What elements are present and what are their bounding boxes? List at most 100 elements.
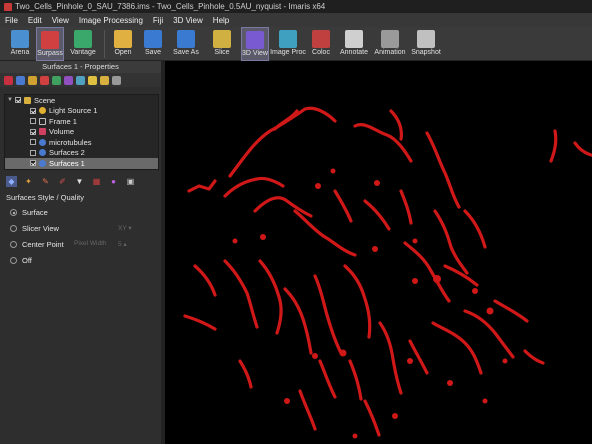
surface-strand xyxy=(549,129,558,163)
surface-blob xyxy=(312,353,318,359)
add-folder-icon[interactable] xyxy=(100,75,109,85)
radio-button[interactable] xyxy=(10,225,17,232)
folder-open-icon xyxy=(114,30,132,48)
add-filaments-icon[interactable] xyxy=(52,75,61,85)
tree-item-surfaces-1[interactable]: Surfaces 1 xyxy=(5,158,158,169)
slice-button[interactable]: Slice xyxy=(205,27,239,61)
color-palette-icon: ● xyxy=(111,177,116,186)
slicer-plane-select[interactable]: XY ▾ xyxy=(118,224,132,232)
panel-title: Surfaces 1 - Properties xyxy=(0,61,161,73)
surface-blob xyxy=(472,288,478,294)
surface-strand xyxy=(403,241,451,303)
surfaces-1-visibility-checkbox[interactable] xyxy=(30,160,36,167)
menu-fiji[interactable]: Fiji xyxy=(148,16,168,25)
surface-strand xyxy=(258,259,283,335)
surface-strand xyxy=(228,106,337,178)
radio-button[interactable] xyxy=(10,257,17,264)
statistics-tab[interactable]: ▦ xyxy=(91,176,102,187)
volume-icon xyxy=(39,128,46,136)
image-proc-button[interactable]: Image Proc xyxy=(270,27,306,61)
surface-strand xyxy=(343,264,372,339)
expand-arrow-icon[interactable]: ▼ xyxy=(7,97,13,103)
settings-tab[interactable]: ◆ xyxy=(6,176,17,187)
menu-edit[interactable]: Edit xyxy=(23,16,47,25)
tree-item-frame[interactable]: Frame 1 xyxy=(5,116,158,127)
menu-image-processing[interactable]: Image Processing xyxy=(74,16,148,25)
tree-item-microtubules[interactable]: microtubules xyxy=(5,137,158,148)
tree-item-label: Frame 1 xyxy=(49,116,77,126)
scene-visibility-checkbox[interactable] xyxy=(14,97,21,104)
vantage-button[interactable]: Vantage xyxy=(66,27,100,61)
menu-file[interactable]: File xyxy=(0,16,23,25)
surface-strand xyxy=(493,299,529,323)
menu-view[interactable]: View xyxy=(47,16,74,25)
surface-blob xyxy=(482,398,488,404)
surface-strand xyxy=(253,196,313,218)
option-label: Off xyxy=(22,256,32,265)
surface-blob xyxy=(352,433,358,439)
surface-strand xyxy=(431,321,483,375)
3d-view-button[interactable]: 3D View xyxy=(241,27,269,61)
option-center-point[interactable]: Center Point xyxy=(10,240,64,249)
surface-strand xyxy=(187,179,217,193)
light-source-visibility-checkbox[interactable] xyxy=(30,107,36,114)
surface-blob xyxy=(486,307,494,315)
option-label: Center Point xyxy=(22,240,64,249)
surface-strand xyxy=(389,109,403,141)
microtubules-visibility-checkbox[interactable] xyxy=(30,139,36,146)
arena-button[interactable]: Arena xyxy=(6,27,34,61)
filter-tab[interactable]: ▼ xyxy=(74,176,85,187)
option-off[interactable]: Off xyxy=(10,256,32,265)
animation-button[interactable]: Animation xyxy=(373,27,407,61)
3d-viewport[interactable] xyxy=(165,61,592,444)
save-button[interactable]: Save xyxy=(139,27,167,61)
surfaces-2-visibility-checkbox[interactable] xyxy=(30,149,36,156)
surface-blob xyxy=(330,168,336,174)
delete-icon[interactable] xyxy=(112,75,121,85)
annotate-button[interactable]: Annotate xyxy=(337,27,371,61)
surface-strand xyxy=(223,259,259,329)
surface-blob xyxy=(284,398,290,404)
add-clipping-plane-icon[interactable] xyxy=(64,75,73,85)
tree-item-label: Volume xyxy=(49,127,75,137)
add-measurement-icon[interactable] xyxy=(76,75,85,85)
surface-strand xyxy=(443,264,479,287)
surface-blob xyxy=(260,234,266,240)
add-light-icon[interactable] xyxy=(88,75,97,85)
menu-help[interactable]: Help xyxy=(208,16,234,25)
volume-visibility-checkbox[interactable] xyxy=(30,128,36,135)
paint-tab[interactable]: ✐ xyxy=(57,176,68,187)
tree-item-volume[interactable]: Volume xyxy=(5,127,158,138)
coloc-button[interactable]: Coloc xyxy=(307,27,335,61)
add-cells-icon[interactable] xyxy=(40,75,49,85)
radio-button[interactable] xyxy=(10,241,17,248)
tools-tab[interactable]: ▣ xyxy=(125,176,136,187)
open-button[interactable]: Open xyxy=(109,27,137,61)
tree-item-surfaces-2[interactable]: Surfaces 2 xyxy=(5,148,158,159)
add-surfaces-icon[interactable] xyxy=(16,75,25,85)
light-source-icon xyxy=(39,107,46,115)
creation-tab[interactable]: ✦ xyxy=(23,176,34,187)
snapshot-button[interactable]: Snapshot xyxy=(409,27,443,61)
add-volume-icon[interactable] xyxy=(4,75,13,85)
surface-strand xyxy=(399,189,413,225)
option-slicer-view[interactable]: Slicer View xyxy=(10,224,59,233)
surface-strand xyxy=(223,176,285,198)
frame-visibility-checkbox[interactable] xyxy=(30,118,36,125)
color-tab[interactable]: ● xyxy=(108,176,119,187)
surface-blob xyxy=(412,238,418,244)
radio-button[interactable] xyxy=(10,209,17,216)
add-spots-icon[interactable] xyxy=(28,75,37,85)
tree-item-scene[interactable]: ▼ Scene xyxy=(5,95,158,106)
surface-strand xyxy=(333,189,353,223)
pixel-width-stepper[interactable]: 5 ▴ xyxy=(118,240,127,248)
edit-tab[interactable]: ✎ xyxy=(40,176,51,187)
toolbar-separator xyxy=(104,30,105,58)
tree-item-light-source[interactable]: Light Source 1 xyxy=(5,106,158,117)
surface-strand xyxy=(425,131,461,209)
menu-3d-view[interactable]: 3D View xyxy=(168,16,208,25)
surpass-button[interactable]: Surpass xyxy=(36,27,64,61)
option-surface[interactable]: Surface xyxy=(10,208,48,217)
scene-tree: ▼ Scene Light Source 1 Frame 1 Volume mi… xyxy=(4,94,159,170)
save-as-button[interactable]: Save As xyxy=(169,27,203,61)
